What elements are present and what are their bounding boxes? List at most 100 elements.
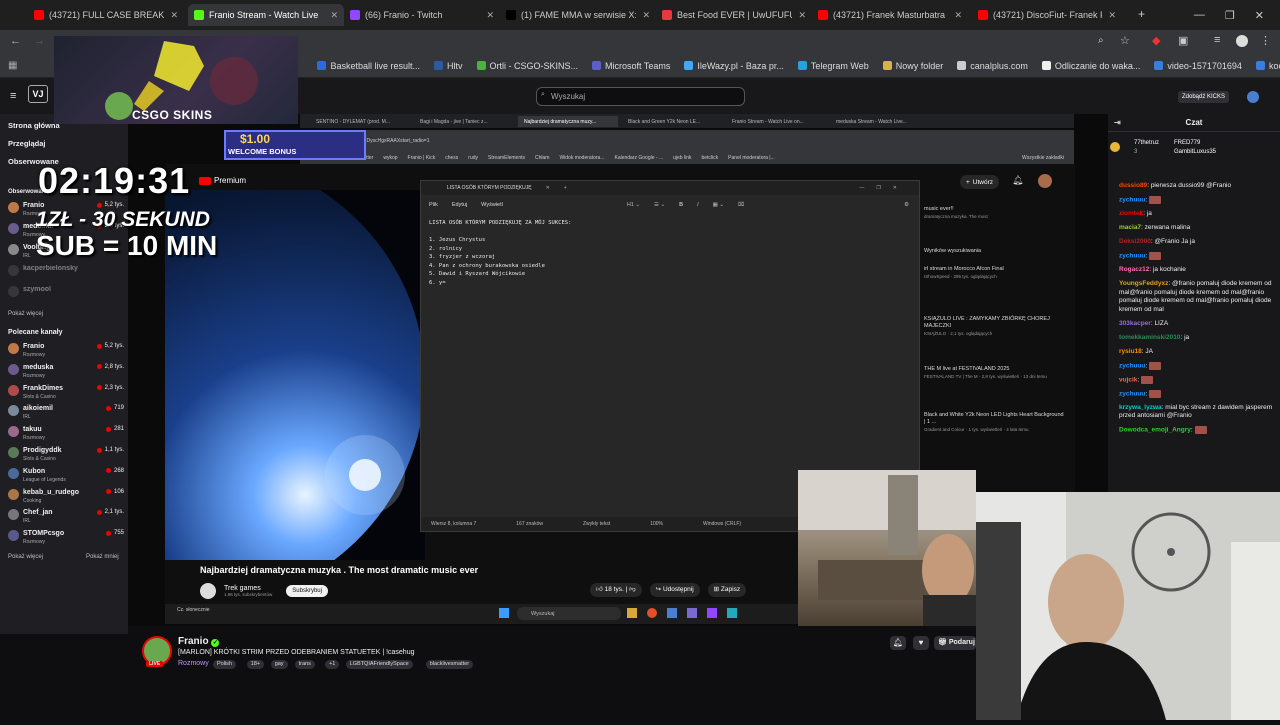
captured-bookmark[interactable]: betclick <box>701 155 718 161</box>
chat-username[interactable]: dussio89 <box>1119 182 1147 189</box>
bookmark-item[interactable]: kocica <box>1255 61 1280 71</box>
more-menu-icon[interactable]: ⋮ <box>1260 34 1271 47</box>
gifter-3[interactable]: GambitLuxus35 <box>1174 149 1216 155</box>
captured-bookmark[interactable]: chess <box>445 155 458 161</box>
captured-bookmark[interactable]: Panel moderatora |... <box>728 155 775 161</box>
new-tab-icon[interactable]: + <box>564 185 567 191</box>
create-button[interactable]: + Utwórz <box>960 175 1000 189</box>
chat-username[interactable]: rysiu18 <box>1119 348 1142 355</box>
list-icon[interactable]: ☰ ⌄ <box>654 202 665 208</box>
bookmark-item[interactable]: Odliczanie do waka... <box>1041 61 1140 71</box>
nav-browse[interactable]: Przeglądaj <box>8 139 46 148</box>
bookmark-item[interactable]: IleWazy.pl - Baza pr... <box>684 61 784 71</box>
captured-tab[interactable]: Bagi i Magda - jive | Taniec z... <box>414 116 514 127</box>
stream-tag[interactable]: LGBTQIAFriendlySpace <box>345 660 413 669</box>
chat-username[interactable]: zychuuu <box>1119 362 1145 369</box>
nav-home[interactable]: Strona główna <box>8 121 60 130</box>
minimize-button[interactable]: — <box>1194 9 1205 21</box>
app-icon-3[interactable] <box>707 608 717 618</box>
gift-button[interactable]: 🎁︎ Podaruj <box>934 636 976 650</box>
logo-icon[interactable]: VJ <box>28 85 48 103</box>
collapse-chat-icon[interactable]: ⇥ <box>1114 118 1121 127</box>
chat-username[interactable]: Deksi2000 <box>1119 238 1151 245</box>
captured-bookmark[interactable]: Widok moderatora... <box>559 155 604 161</box>
bold-icon[interactable]: B <box>679 202 683 208</box>
stream-category[interactable]: Rozmowy <box>178 660 209 667</box>
yt-recommendation[interactable]: music ever!! dramatyczna muzyka. The most <box>924 206 1064 220</box>
captured-tab[interactable]: Black and Green Y2k Neon LE... <box>622 116 722 127</box>
sidebar-channel-franio[interactable]: Franio Rozmowy 5,2 tys. <box>8 343 124 359</box>
bookmark-item[interactable]: Microsoft Teams <box>592 61 670 71</box>
heading-dropdown[interactable]: H1 ⌄ <box>627 202 640 208</box>
tab-close-icon[interactable]: ✕ <box>164 10 178 21</box>
puzzle-icon[interactable]: ▣ <box>1178 34 1188 47</box>
bookmark-item[interactable]: Hltv <box>434 61 463 71</box>
kicks-button[interactable]: Zdobądź KICKS <box>1178 91 1230 103</box>
captured-tab[interactable]: meduska Stream - Watch Live... <box>830 116 930 127</box>
close-window-button[interactable]: ✕ <box>1255 9 1264 22</box>
new-tab-button[interactable]: + <box>1138 7 1145 21</box>
app-icon-1[interactable] <box>667 608 677 618</box>
italic-icon[interactable]: I <box>697 202 699 208</box>
sidebar-channel-kebab_u_rudego[interactable]: kebab_u_rudego Cooking 106 <box>8 488 124 505</box>
chat-username[interactable]: ziomtek <box>1119 210 1143 217</box>
chat-username[interactable]: vujcik <box>1119 376 1137 383</box>
tab-close-icon[interactable]: ✕ <box>792 10 806 21</box>
menu-lines-icon[interactable]: ≡ <box>1214 34 1220 46</box>
close-tab-icon[interactable]: ✕ <box>546 185 550 191</box>
captured-bookmark[interactable]: Wszystkie zakładki <box>1022 155 1064 161</box>
subscribe-button[interactable]: Subskrybuj <box>286 585 328 597</box>
show-less-link[interactable]: Pokaż mniej <box>86 554 119 560</box>
apps-icon[interactable]: ▦ <box>8 60 17 71</box>
bell-icon[interactable]: 🔔︎ <box>1012 175 1023 186</box>
bookmark-item[interactable]: Basketball live result... <box>317 61 420 71</box>
menu-edit[interactable]: Edytuj <box>452 202 467 208</box>
browser-tab[interactable]: (66) Franio - Twitch ✕ <box>344 4 500 26</box>
gifter-1[interactable]: 77thetruz <box>1134 140 1159 146</box>
channel-avatar[interactable] <box>200 583 216 599</box>
chat-username[interactable]: krzywa_lyzwa <box>1119 404 1162 411</box>
stream-tag[interactable]: blacklivesmatter <box>425 660 474 669</box>
sidebar-channel-chef_jan[interactable]: Chef_jan IRL 2,1 tys. <box>8 509 124 525</box>
captured-bookmark[interactable]: StreamElements <box>488 155 525 161</box>
browser-tab[interactable]: (43721) FULL CASE BREAK UCC✕ <box>28 4 184 26</box>
bookmark-item[interactable]: video-1571701694 <box>1154 61 1242 71</box>
chat-username[interactable]: YoungsFeddyxz <box>1119 280 1168 287</box>
notepad-taskbar-icon[interactable] <box>727 608 737 618</box>
tab-close-icon[interactable]: ✕ <box>1102 10 1116 21</box>
search-input[interactable]: ⌕ Wyszukaj <box>536 87 745 106</box>
stream-tag[interactable]: trans <box>294 660 315 669</box>
captured-bookmark[interactable]: Kalendarz Google - ... <box>614 155 663 161</box>
sidebar-channel-aikoiemil[interactable]: aikoiemil IRL 719 <box>8 405 124 421</box>
sidebar-channel-stompcsgo[interactable]: STOMPcsgo Rozmowy 755 <box>8 530 124 546</box>
stream-tag[interactable]: 18+ <box>246 660 265 669</box>
table-icon[interactable]: ▦ ⌄ <box>713 202 724 208</box>
hamburger-icon[interactable]: ≡ <box>10 90 16 102</box>
sidebar-channel-szymool[interactable]: szymool <box>8 286 124 302</box>
bookmark-item[interactable]: Telegram Web <box>797 61 869 71</box>
sidebar-channel-prodigyddk[interactable]: Prodigyddk Slots & Casino 1,1 tys. <box>8 447 124 463</box>
captured-bookmark[interactable]: rudy <box>468 155 478 161</box>
yt-recommendation[interactable]: Wyników wyszukiwania <box>924 248 1064 255</box>
maximize-button[interactable]: ❐ <box>1225 9 1235 22</box>
chat-username[interactable]: Rogacz12 <box>1119 266 1149 273</box>
browser-tab[interactable]: (43721) Franek Masturbatra - D ✕ <box>812 4 968 26</box>
captured-tab[interactable]: Franio Stream - Watch Live on... <box>726 116 826 127</box>
stream-tag[interactable]: +1 <box>325 660 340 669</box>
tab-close-icon[interactable]: ✕ <box>948 10 962 21</box>
yt-recommendation[interactable]: KSIĄŻULO LIVE : ZAMYKAMY ZBIÓRKĘ CHOREJ … <box>924 316 1064 337</box>
bookmark-item[interactable]: Nowy folder <box>882 61 943 71</box>
chat-username[interactable]: macia7 <box>1119 224 1141 231</box>
stream-tag[interactable]: gay <box>270 660 288 669</box>
notification-bell-icon[interactable]: 🔔︎ <box>890 636 906 650</box>
chrome-icon[interactable] <box>647 608 657 618</box>
extension-icon[interactable]: ◆ <box>1152 34 1160 47</box>
app-icon-2[interactable] <box>687 608 697 618</box>
show-more-link[interactable]: Pokaż więcej <box>8 311 43 317</box>
chat-username[interactable]: tomekkaminski2010 <box>1119 334 1180 341</box>
captured-tab[interactable]: SENTINO - DYLEMAT (prod. M... <box>310 116 410 127</box>
clear-format-icon[interactable]: ⌧ <box>738 202 744 208</box>
folder-icon[interactable] <box>627 608 637 618</box>
profile-avatar[interactable] <box>1236 35 1248 47</box>
sidebar-channel-kubon[interactable]: Kubon League of Legends 268 <box>8 467 124 484</box>
